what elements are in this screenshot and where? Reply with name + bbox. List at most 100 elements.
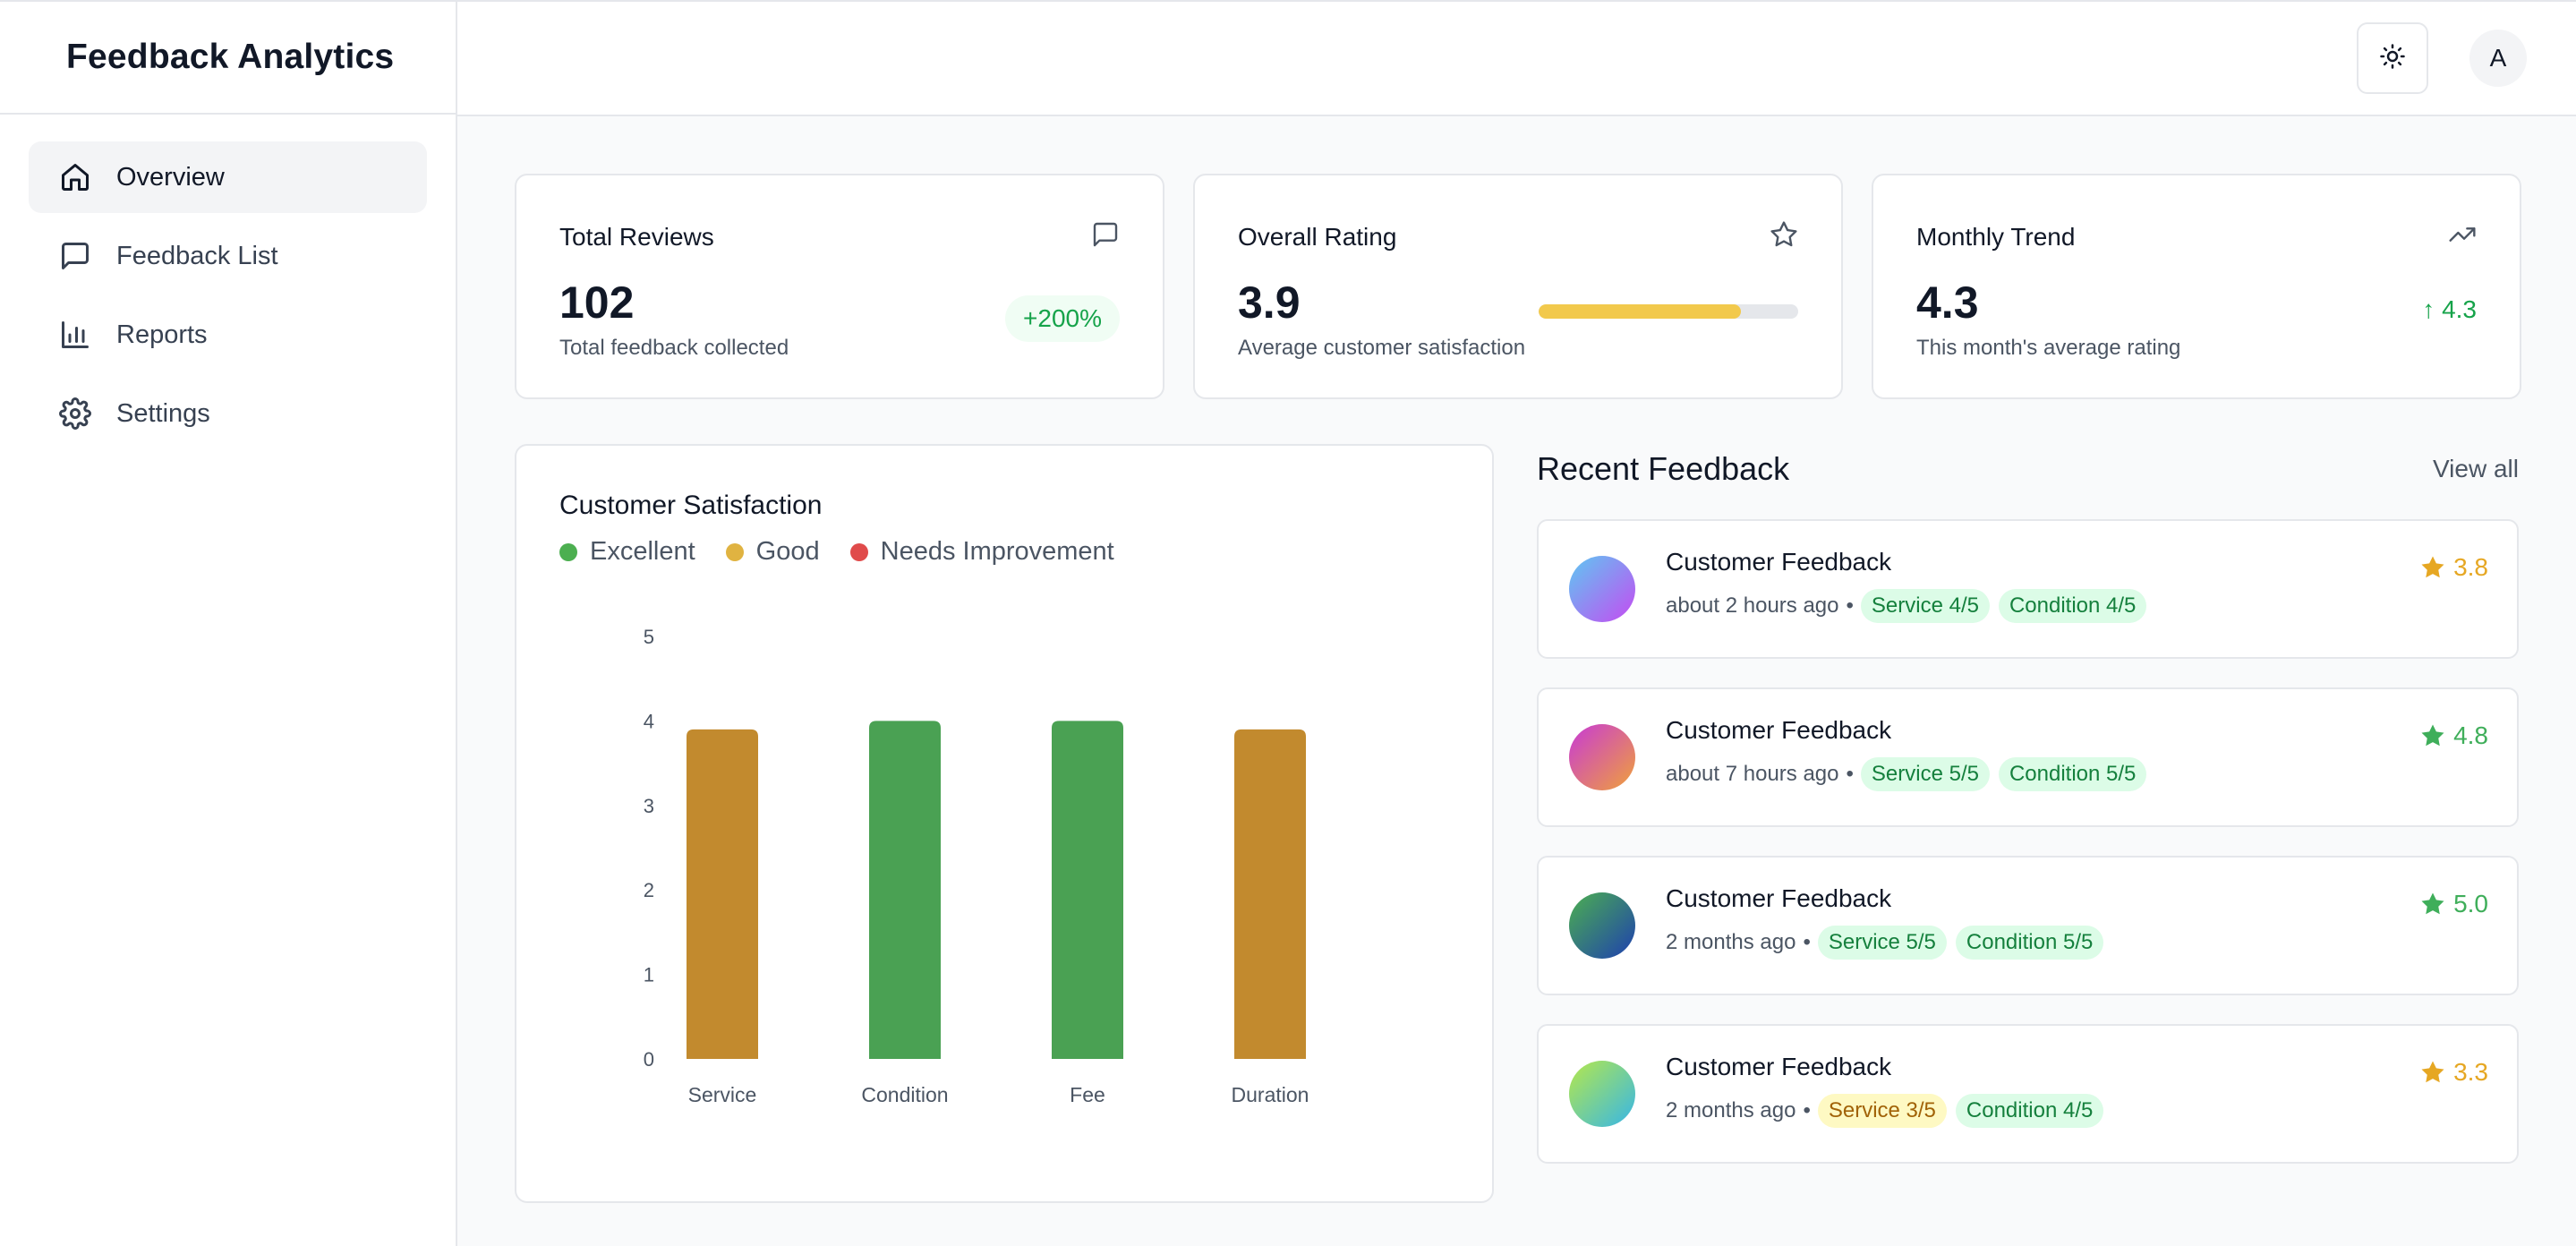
separator-dot: • <box>1846 762 1854 786</box>
sidebar-item-label: Reports <box>116 320 208 349</box>
recent-feedback-header: Recent Feedback View all <box>1537 444 2519 494</box>
stats-row: Total Reviews 102 Total feedback collect… <box>515 174 2521 399</box>
feedback-list: Customer Feedback about 2 hours ago • Servi… <box>1537 519 2519 1164</box>
stat-subtitle: This month's average rating <box>1916 336 2181 360</box>
y-tick-label: 3 <box>644 795 654 817</box>
feedback-title: Customer Feedback <box>1666 884 1892 912</box>
stat-title: Monthly Trend <box>1916 222 2076 251</box>
stat-card-overall-rating: Overall Rating 3.9 Average customer sati… <box>1193 174 1843 399</box>
y-tick-label: 0 <box>644 1048 654 1071</box>
score-value: 5.0 <box>2453 890 2488 917</box>
feedback-meta: 2 months ago • Service 3/5 Condition 4/5 <box>1666 1094 2112 1128</box>
score-value: 3.3 <box>2453 1058 2488 1086</box>
trending-up-icon <box>2448 220 2477 253</box>
avatar <box>1569 724 1635 790</box>
sidebar-item-label: Settings <box>116 398 210 428</box>
avatar[interactable]: A <box>2469 30 2527 87</box>
gear-icon <box>57 396 93 431</box>
satisfaction-bar-chart: 0 1 2 3 4 5 Service Condition Fee Duration <box>644 626 1309 1106</box>
satisfaction-chart-card: Customer Satisfaction Excellent Good Nee… <box>515 444 1494 1203</box>
bar-duration <box>1234 729 1306 1059</box>
feedback-card[interactable]: Customer Feedback 2 months ago • Service 3/… <box>1537 1024 2519 1164</box>
stat-card-monthly-trend: Monthly Trend 4.3 This month's average r… <box>1872 174 2521 399</box>
sidebar-item-feedback-list[interactable]: Feedback List <box>29 220 427 292</box>
main-area: A Total Reviews 102 Total feedback colle… <box>457 0 2576 1246</box>
star-icon <box>2421 892 2444 915</box>
sun-icon <box>2379 43 2406 74</box>
feedback-title: Customer Feedback <box>1666 716 1892 744</box>
avatar <box>1569 1061 1635 1127</box>
feedback-time: about 2 hours ago <box>1666 593 1839 618</box>
sidebar-item-reports[interactable]: Reports <box>29 299 427 371</box>
x-tick-label: Fee <box>1070 1083 1105 1106</box>
feedback-body: Customer Feedback about 2 hours ago • Servi… <box>1666 548 2155 623</box>
separator-dot: • <box>1803 930 1811 954</box>
bar-fee <box>1052 721 1123 1059</box>
sidebar-nav: Overview Feedback List Reports Settings <box>0 115 456 483</box>
sidebar: Feedback Analytics Overview Feedback Lis… <box>0 0 457 1246</box>
message-square-icon <box>1091 220 1120 253</box>
feedback-title: Customer Feedback <box>1666 548 1892 576</box>
feedback-body: Customer Feedback about 7 hours ago • Servi… <box>1666 716 2155 791</box>
message-square-icon <box>57 238 93 274</box>
feedback-time: 2 months ago <box>1666 1098 1796 1122</box>
bar-service <box>687 729 758 1059</box>
x-tick-label: Duration <box>1232 1083 1309 1106</box>
stat-title: Overall Rating <box>1238 222 1397 251</box>
rating-tag: Service 3/5 <box>1817 1094 1947 1128</box>
avatar <box>1569 892 1635 959</box>
sidebar-item-label: Overview <box>116 162 225 192</box>
app-title: Feedback Analytics <box>66 38 395 76</box>
lower-row: Customer Satisfaction Excellent Good Nee… <box>515 444 2521 1203</box>
rating-tag: Service 5/5 <box>1817 926 1947 960</box>
rating-tag: Service 4/5 <box>1860 589 1990 623</box>
x-tick-label: Condition <box>861 1083 948 1106</box>
bar-chart-icon <box>57 317 93 353</box>
stat-subtitle: Average customer satisfaction <box>1238 336 1526 360</box>
star-icon <box>2421 1061 2444 1083</box>
separator-dot: • <box>1846 593 1854 618</box>
home-icon <box>57 159 93 195</box>
feedback-score: 4.8 <box>2419 721 2488 750</box>
stat-value: 3.9 <box>1238 277 1301 328</box>
sidebar-item-overview[interactable]: Overview <box>29 141 427 213</box>
rating-tag: Condition 5/5 <box>1955 926 2104 960</box>
x-tick-label: Service <box>688 1083 757 1106</box>
feedback-card[interactable]: Customer Feedback 2 months ago • Service 5/… <box>1537 856 2519 995</box>
growth-badge: +200% <box>1005 295 1120 342</box>
avatar <box>1569 556 1635 622</box>
feedback-meta: 2 months ago • Service 5/5 Condition 5/5 <box>1666 926 2112 960</box>
trend-indicator: ↑ 4.3 <box>2422 295 2477 323</box>
feedback-card[interactable]: Customer Feedback about 2 hours ago • Servi… <box>1537 519 2519 659</box>
y-tick-label: 5 <box>644 626 654 648</box>
topbar: A <box>457 0 2576 116</box>
score-value: 4.8 <box>2453 721 2488 749</box>
rating-progress-fill <box>1539 304 1742 319</box>
feedback-score: 5.0 <box>2419 890 2488 918</box>
feedback-meta: about 7 hours ago • Service 5/5 Condition 5… <box>1666 757 2155 791</box>
recent-feedback-title: Recent Feedback <box>1537 450 1790 487</box>
feedback-meta: about 2 hours ago • Service 4/5 Condition 4… <box>1666 589 2155 623</box>
rating-tag: Condition 5/5 <box>1998 757 2147 791</box>
star-icon <box>1770 220 1798 253</box>
rating-progress-bar <box>1539 304 1798 319</box>
sidebar-item-label: Feedback List <box>116 241 278 270</box>
bar-condition <box>869 721 941 1059</box>
star-icon <box>2421 556 2444 578</box>
feedback-time: 2 months ago <box>1666 930 1796 954</box>
separator-dot: • <box>1803 1098 1811 1122</box>
recent-feedback-panel: Recent Feedback View all Customer Feedba… <box>1537 444 2519 1203</box>
y-tick-label: 1 <box>644 964 654 986</box>
feedback-card[interactable]: Customer Feedback about 7 hours ago • Servi… <box>1537 687 2519 827</box>
star-icon <box>2421 724 2444 747</box>
y-tick-label: 2 <box>644 879 654 901</box>
rating-tag: Condition 4/5 <box>1955 1094 2104 1128</box>
sidebar-item-settings[interactable]: Settings <box>29 378 427 449</box>
feedback-score: 3.3 <box>2419 1058 2488 1087</box>
feedback-title: Customer Feedback <box>1666 1053 1892 1080</box>
rating-tag: Service 5/5 <box>1860 757 1990 791</box>
rating-tag: Condition 4/5 <box>1998 589 2147 623</box>
theme-toggle-button[interactable] <box>2357 22 2428 94</box>
feedback-time: about 7 hours ago <box>1666 762 1839 786</box>
view-all-link[interactable]: View all <box>2433 455 2519 483</box>
